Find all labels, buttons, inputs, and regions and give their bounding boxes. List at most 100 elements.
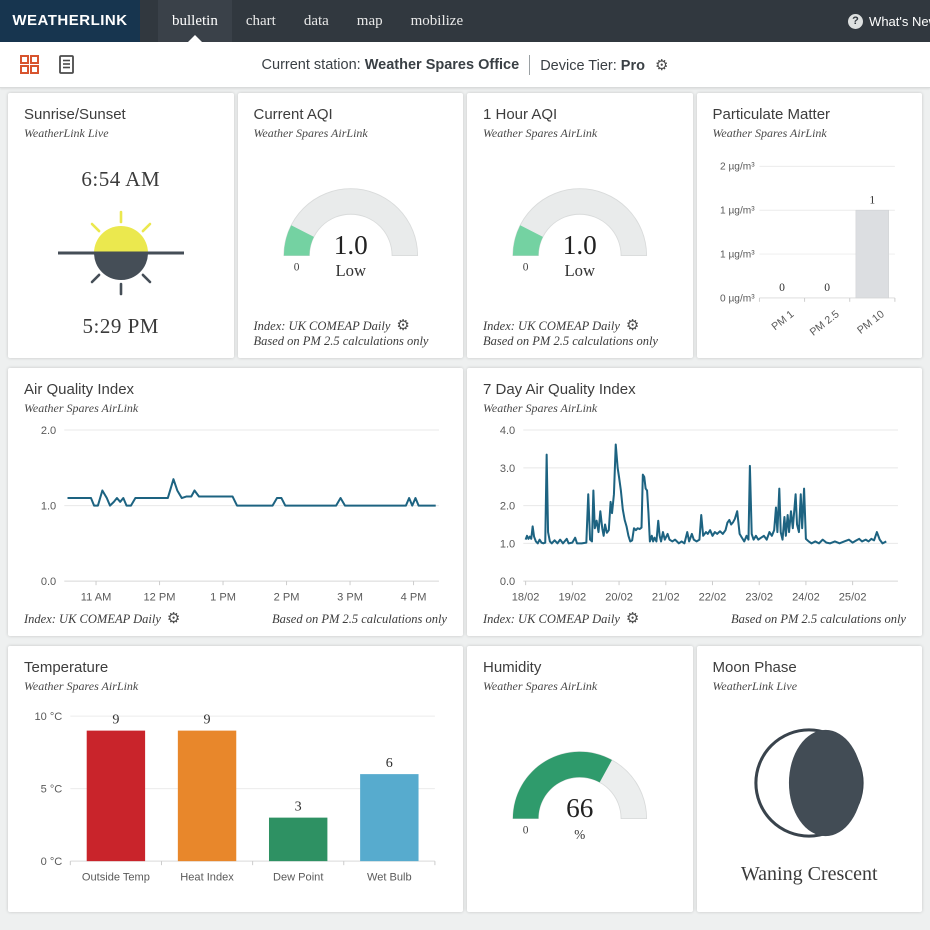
particulate-matter-chart: 0 µg/m³1 µg/m³1 µg/m³2 µg/m³0PM 10PM 2.5… xyxy=(713,147,907,358)
humidity-gauge: 066% xyxy=(483,728,677,846)
svg-text:PM 2.5: PM 2.5 xyxy=(807,308,841,338)
svg-text:1 µg/m³: 1 µg/m³ xyxy=(720,206,755,217)
sub-header: Current station: Weather Spares Office D… xyxy=(0,42,930,88)
index-note: Index: UK COMEAP Daily xyxy=(24,612,161,626)
tab-bulletin[interactable]: bulletin xyxy=(158,0,232,42)
moon-phase-icon xyxy=(750,724,868,842)
divider xyxy=(529,55,530,75)
card-title: 1 Hour AQI xyxy=(483,106,677,123)
svg-text:1: 1 xyxy=(869,193,875,206)
svg-text:23/02: 23/02 xyxy=(745,591,773,603)
card-temperature: Temperature Weather Spares AirLink 0 °C5… xyxy=(8,646,463,912)
svg-text:2.0: 2.0 xyxy=(500,501,515,513)
svg-text:21/02: 21/02 xyxy=(652,591,680,603)
basis-note: Based on PM 2.5 calculations only xyxy=(254,334,429,349)
temperature-chart: 0 °C5 °C10 °C9Outside Temp9Heat Index3De… xyxy=(24,700,447,891)
svg-text:1 PM: 1 PM xyxy=(210,591,236,603)
svg-text:10 °C: 10 °C xyxy=(34,711,62,723)
moon-phase-name: Waning Crescent xyxy=(713,863,907,886)
bulletin-grid: Sunrise/Sunset WeatherLink Live 6:54 AM xyxy=(8,93,922,912)
tier-settings-gear-icon[interactable]: ⚙ xyxy=(655,56,668,74)
svg-text:1 µg/m³: 1 µg/m³ xyxy=(720,249,755,260)
whats-new-label: What's New xyxy=(869,14,930,29)
card-seven-day-aqi: 7 Day Air Quality Index Weather Spares A… xyxy=(467,368,922,636)
svg-text:PM 1: PM 1 xyxy=(769,308,796,333)
card-source: WeatherLink Live xyxy=(713,679,907,694)
sunrise-time: 6:54 AM xyxy=(24,167,218,192)
svg-text:19/02: 19/02 xyxy=(558,591,586,603)
svg-text:9: 9 xyxy=(112,712,119,728)
card-title: 7 Day Air Quality Index xyxy=(483,381,906,398)
tab-data[interactable]: data xyxy=(290,0,343,42)
card-current-aqi: Current AQI Weather Spares AirLink 01.0L… xyxy=(238,93,464,358)
current-aqi-gauge: 01.0Low xyxy=(254,165,448,283)
tab-mobilize[interactable]: mobilize xyxy=(397,0,478,42)
svg-text:1.0: 1.0 xyxy=(563,230,597,260)
card-source: WeatherLink Live xyxy=(24,126,218,141)
settings-gear-icon[interactable]: ⚙ xyxy=(626,609,639,627)
svg-text:0 µg/m³: 0 µg/m³ xyxy=(720,293,755,304)
tab-map[interactable]: map xyxy=(343,0,397,42)
svg-text:25/02: 25/02 xyxy=(839,591,867,603)
card-source: Weather Spares AirLink xyxy=(24,401,447,416)
top-nav: WEATHERLINK bulletin chart data map mobi… xyxy=(0,0,930,42)
svg-text:0: 0 xyxy=(824,281,830,294)
card-source: Weather Spares AirLink xyxy=(713,126,907,141)
svg-text:%: % xyxy=(574,827,585,842)
card-source: Weather Spares AirLink xyxy=(483,679,677,694)
svg-text:1.0: 1.0 xyxy=(333,230,367,260)
svg-text:6: 6 xyxy=(386,755,393,771)
svg-text:0: 0 xyxy=(523,262,529,274)
tab-chart[interactable]: chart xyxy=(232,0,290,42)
card-source: Weather Spares AirLink xyxy=(254,126,448,141)
nav-tabs: bulletin chart data map mobilize xyxy=(158,0,477,42)
card-particulate-matter: Particulate Matter Weather Spares AirLin… xyxy=(697,93,923,358)
card-title: Moon Phase xyxy=(713,659,907,676)
station-info: Current station: Weather Spares Office D… xyxy=(0,55,930,75)
svg-text:24/02: 24/02 xyxy=(792,591,820,603)
weatherlink-logo[interactable]: WEATHERLINK xyxy=(0,0,140,42)
svg-text:Low: Low xyxy=(335,261,366,280)
card-title: Humidity xyxy=(483,659,677,676)
one-hour-aqi-gauge: 0 1.0Low xyxy=(483,165,677,283)
svg-text:Wet Bulb: Wet Bulb xyxy=(367,871,412,883)
card-moon-phase: Moon Phase WeatherLink Live Waning Cresc… xyxy=(697,646,923,912)
svg-text:Low: Low xyxy=(564,261,595,280)
svg-text:4.0: 4.0 xyxy=(500,425,515,437)
svg-text:PM 10: PM 10 xyxy=(855,308,887,336)
svg-text:0 °C: 0 °C xyxy=(41,856,63,868)
help-icon: ? xyxy=(848,14,863,29)
svg-text:0: 0 xyxy=(779,281,785,294)
svg-text:22/02: 22/02 xyxy=(699,591,727,603)
svg-text:1.0: 1.0 xyxy=(41,501,56,513)
svg-text:2 µg/m³: 2 µg/m³ xyxy=(720,162,755,173)
svg-text:0: 0 xyxy=(523,825,529,837)
svg-text:2 PM: 2 PM xyxy=(274,591,300,603)
svg-text:1.0: 1.0 xyxy=(500,538,515,550)
settings-gear-icon[interactable]: ⚙ xyxy=(167,609,180,627)
svg-text:Heat Index: Heat Index xyxy=(180,871,234,883)
card-source: Weather Spares AirLink xyxy=(483,126,677,141)
card-source: Weather Spares AirLink xyxy=(483,401,906,416)
whats-new-link[interactable]: ? What's New xyxy=(848,0,930,42)
svg-text:3 PM: 3 PM xyxy=(337,591,363,603)
settings-gear-icon[interactable]: ⚙ xyxy=(626,316,639,334)
tier-value: Pro xyxy=(621,58,645,74)
air-quality-index-chart: 0.01.02.011 AM12 PM1 PM2 PM3 PM4 PM xyxy=(24,422,447,609)
svg-text:20/02: 20/02 xyxy=(605,591,633,603)
sunset-time: 5:29 PM xyxy=(24,314,218,339)
card-title: Temperature xyxy=(24,659,447,676)
sunrise-sunset-icon xyxy=(46,194,196,312)
settings-gear-icon[interactable]: ⚙ xyxy=(396,316,409,334)
card-sunrise-sunset: Sunrise/Sunset WeatherLink Live 6:54 AM xyxy=(8,93,234,358)
svg-text:18/02: 18/02 xyxy=(512,591,540,603)
card-title: Sunrise/Sunset xyxy=(24,106,218,123)
station-name: Weather Spares Office xyxy=(365,57,519,73)
card-one-hour-aqi: 1 Hour AQI Weather Spares AirLink 0 1.0Lo… xyxy=(467,93,693,358)
index-note: Index: UK COMEAP Daily xyxy=(483,612,620,626)
basis-note: Based on PM 2.5 calculations only xyxy=(483,334,658,349)
card-humidity: Humidity Weather Spares AirLink 066% xyxy=(467,646,693,912)
index-note: Index: UK COMEAP Daily xyxy=(483,319,620,333)
seven-day-aqi-chart: 0.01.02.03.04.018/0219/0220/0221/0222/02… xyxy=(483,422,906,609)
svg-text:11 AM: 11 AM xyxy=(81,591,112,603)
